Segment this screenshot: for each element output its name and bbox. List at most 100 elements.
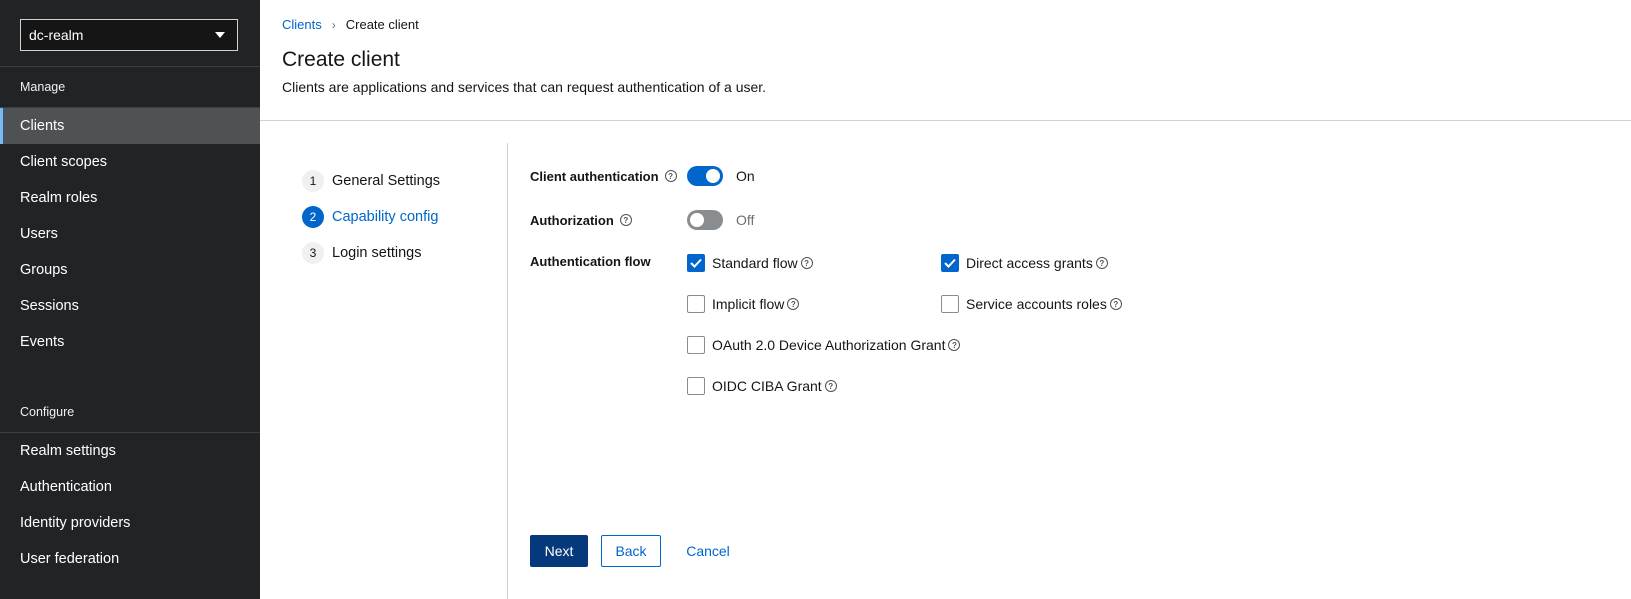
realm-name: dc-realm xyxy=(29,27,84,43)
wizard-step-capability-config[interactable]: 2 Capability config xyxy=(302,199,507,235)
standard-flow-row: Standard flow? xyxy=(687,254,813,272)
sidebar-item-label: Identity providers xyxy=(20,515,131,531)
breadcrumb-current: Create client xyxy=(345,17,419,32)
device-grant-row: OAuth 2.0 Device Authorization Grant? xyxy=(687,336,961,354)
authorization-label-text: Authorization xyxy=(530,212,614,228)
sidebar-item-clients[interactable]: Clients xyxy=(0,108,260,144)
direct-access-checkbox[interactable] xyxy=(941,254,959,272)
step-number: 3 xyxy=(302,242,324,264)
sidebar-item-label: Realm roles xyxy=(20,190,98,206)
authorization-toggle[interactable] xyxy=(687,210,723,230)
help-icon[interactable]: ? xyxy=(948,339,961,351)
sidebar-item-realm-roles[interactable]: Realm roles xyxy=(0,180,260,216)
implicit-flow-text: Implicit flow xyxy=(712,296,785,312)
standard-flow-label: Standard flow? xyxy=(712,255,813,271)
service-accounts-text: Service accounts roles xyxy=(966,296,1107,312)
wizard-footer: Next Back Cancel xyxy=(530,535,738,567)
step-number: 1 xyxy=(302,170,324,192)
device-grant-checkbox[interactable] xyxy=(687,336,705,354)
direct-access-label: Direct access grants? xyxy=(966,255,1108,271)
implicit-flow-row: Implicit flow? xyxy=(687,295,800,313)
ciba-grant-row: OIDC CIBA Grant? xyxy=(687,377,837,395)
help-icon[interactable]: ? xyxy=(1109,298,1122,310)
sidebar-item-authentication[interactable]: Authentication xyxy=(0,469,260,505)
help-icon[interactable]: ? xyxy=(1095,257,1108,269)
service-accounts-checkbox[interactable] xyxy=(941,295,959,313)
service-accounts-row: Service accounts roles? xyxy=(941,295,1122,313)
help-icon[interactable]: ? xyxy=(800,257,813,269)
main-content: Clients › Create client Create client Cl… xyxy=(260,0,1631,599)
standard-flow-checkbox[interactable] xyxy=(687,254,705,272)
sidebar-item-label: Events xyxy=(20,334,65,350)
sidebar-item-groups[interactable]: Groups xyxy=(0,252,260,288)
back-button[interactable]: Back xyxy=(601,535,661,567)
help-icon[interactable]: ? xyxy=(664,170,677,182)
authorization-label: Authorization ? xyxy=(530,213,687,228)
nav-section-configure: Configure xyxy=(0,392,260,433)
ciba-grant-text: OIDC CIBA Grant xyxy=(712,378,822,394)
authorization-state: Off xyxy=(736,212,755,228)
sidebar-item-label: Clients xyxy=(20,118,65,134)
wizard-body: 1 General Settings 2 Capability config 3… xyxy=(260,121,1631,599)
sidebar-item-label: Users xyxy=(20,226,58,242)
implicit-flow-label: Implicit flow? xyxy=(712,296,800,312)
wizard-step-login-settings[interactable]: 3 Login settings xyxy=(302,235,507,271)
capability-form: Client authentication ? On Authorization… xyxy=(508,121,1631,599)
realm-selector[interactable]: dc-realm xyxy=(20,19,238,51)
standard-flow-text: Standard flow xyxy=(712,255,798,271)
help-icon[interactable]: ? xyxy=(619,214,632,226)
authorization-row: Authorization ? Off xyxy=(530,210,754,230)
device-grant-text: OAuth 2.0 Device Authorization Grant xyxy=(712,337,946,353)
client-auth-toggle[interactable] xyxy=(687,166,723,186)
sidebar-item-label: Authentication xyxy=(20,479,112,495)
cancel-button[interactable]: Cancel xyxy=(678,535,738,567)
next-button[interactable]: Next xyxy=(530,535,588,567)
ciba-grant-label: OIDC CIBA Grant? xyxy=(712,378,837,394)
step-number: 2 xyxy=(302,206,324,228)
step-label: General Settings xyxy=(332,173,441,189)
sidebar-item-label: Realm settings xyxy=(20,443,116,459)
page-title: Create client xyxy=(282,48,400,71)
sidebar-item-user-federation[interactable]: User federation xyxy=(0,541,260,577)
service-accounts-label: Service accounts roles? xyxy=(966,296,1122,312)
client-auth-row: Client authentication ? On xyxy=(530,166,755,186)
sidebar-item-label: Sessions xyxy=(20,298,79,314)
sidebar-item-client-scopes[interactable]: Client scopes xyxy=(0,144,260,180)
sidebar-item-label: User federation xyxy=(20,551,120,567)
client-auth-label-text: Client authentication xyxy=(530,168,659,184)
device-grant-label: OAuth 2.0 Device Authorization Grant? xyxy=(712,337,961,353)
sidebar: dc-realm Manage Clients Client scopes Re… xyxy=(0,0,260,599)
breadcrumb-clients-link[interactable]: Clients xyxy=(282,17,322,32)
app: dc-realm Manage Clients Client scopes Re… xyxy=(0,0,1631,599)
auth-flow-label: Authentication flow xyxy=(530,254,651,269)
step-label: Capability config xyxy=(332,209,439,225)
help-icon[interactable]: ? xyxy=(787,298,800,310)
sidebar-item-users[interactable]: Users xyxy=(0,216,260,252)
caret-down-icon xyxy=(215,32,225,38)
chevron-right-icon: › xyxy=(331,17,336,32)
direct-access-row: Direct access grants? xyxy=(941,254,1108,272)
sidebar-item-label: Groups xyxy=(20,262,68,278)
implicit-flow-checkbox[interactable] xyxy=(687,295,705,313)
wizard-step-general-settings[interactable]: 1 General Settings xyxy=(302,163,507,199)
realm-selector-wrap: dc-realm xyxy=(0,0,260,67)
direct-access-text: Direct access grants xyxy=(966,255,1093,271)
sidebar-item-sessions[interactable]: Sessions xyxy=(0,288,260,324)
client-auth-state: On xyxy=(736,168,755,184)
wizard-steps: 1 General Settings 2 Capability config 3… xyxy=(260,143,508,599)
check-icon xyxy=(944,258,956,268)
sidebar-item-identity-providers[interactable]: Identity providers xyxy=(0,505,260,541)
nav-section-manage: Manage xyxy=(0,67,260,108)
sidebar-item-realm-settings[interactable]: Realm settings xyxy=(0,433,260,469)
sidebar-item-events[interactable]: Events xyxy=(0,324,260,360)
sidebar-item-label: Client scopes xyxy=(20,154,108,170)
step-label: Login settings xyxy=(332,245,422,261)
breadcrumb: Clients › Create client xyxy=(282,17,1609,32)
page-description: Clients are applications and services th… xyxy=(282,79,767,95)
toggle-knob xyxy=(690,213,704,227)
help-icon[interactable]: ? xyxy=(824,380,837,392)
client-auth-label: Client authentication ? xyxy=(530,169,687,184)
ciba-grant-checkbox[interactable] xyxy=(687,377,705,395)
toggle-knob xyxy=(706,169,720,183)
